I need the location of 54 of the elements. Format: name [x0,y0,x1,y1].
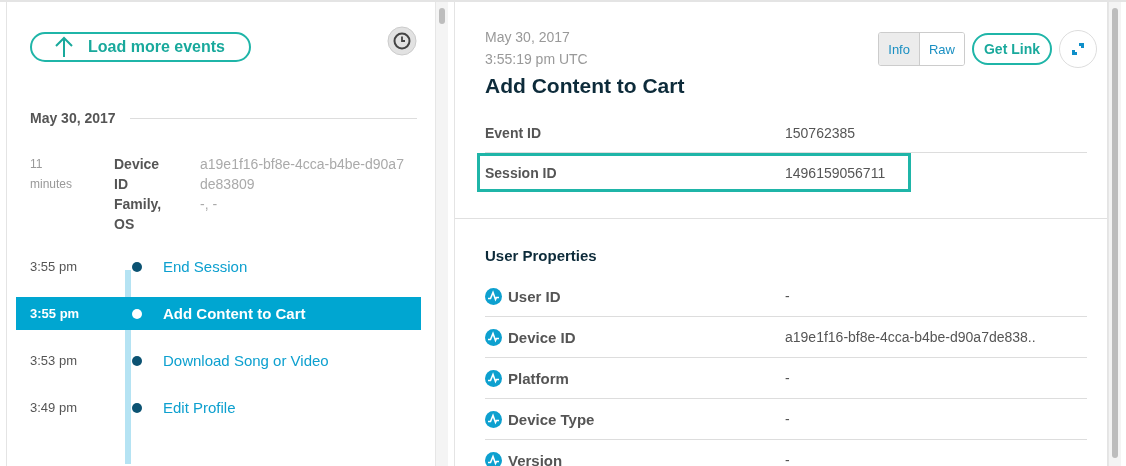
property-label: Version [508,451,563,466]
session-field-label: Device ID [114,155,161,194]
field-label: Event ID [485,125,542,141]
event-row[interactable]: 3:55 pm End Session [16,250,421,283]
view-tab[interactable]: Info [879,33,919,65]
load-more-button[interactable]: Load more events [30,32,251,62]
session-field-label: Family, OS [114,195,163,234]
timeline-dot-icon [132,261,142,272]
up-arrow-icon [54,36,74,58]
event-row[interactable]: 3:49 pm Edit Profile [16,391,421,424]
property-label: User ID [508,287,561,305]
property-value: a19e1f16-bf8e-4cca-b4be-d90a7de838.. [785,329,1036,345]
event-name: Download Song or Video [163,352,329,369]
date-heading: May 30, 2017 [30,110,116,126]
property-label: Platform [508,369,569,387]
property-label: Device Type [508,410,595,428]
field-label: Session ID [485,164,558,181]
property-value: - [785,452,790,466]
property-icon [485,369,502,387]
scrollbar-thumb[interactable] [439,8,445,24]
property-label: Device ID [508,328,576,346]
view-tab[interactable]: Raw [918,33,964,65]
property-value: - [785,370,790,386]
expand-icon[interactable] [1059,30,1097,68]
event-row[interactable]: 3:53 pm Download Song or Video [16,344,421,377]
timeline-dot-icon [132,355,142,366]
event-name: End Session [163,258,248,275]
property-value: - [785,411,790,427]
property-icon [485,410,502,428]
property-icon [485,287,502,305]
clock-icon[interactable] [387,26,417,56]
event-time: 3:55 pm [30,259,78,274]
timeline-dot-icon [132,402,142,413]
get-link-button[interactable]: Get Link [972,33,1052,65]
session-duration: 11 minutes [30,156,74,193]
event-row[interactable]: 3:55 pm Add Content to Cart [16,297,421,330]
event-time: 3:53 pm [30,353,78,368]
timeline-dot-icon [132,308,142,319]
event-title: Add Content to Cart [485,74,686,98]
event-time: 3:49 pm [30,400,78,415]
session-field-value: a19e1f16-bf8e-4cca-b4be-d90a7de83809 [200,155,405,194]
event-time: 3:55 pm [30,306,81,321]
property-icon [485,451,502,466]
property-value: - [785,288,790,304]
field-value: 1496159056711 [785,164,886,181]
event-name: Edit Profile [163,399,236,416]
event-name: Add Content to Cart [163,305,306,322]
field-value: 150762385 [785,125,856,141]
event-time: 3:55:19 pm UTC [485,50,588,69]
session-field-value: -, - [200,195,219,214]
scrollbar-thumb[interactable] [1112,8,1118,458]
event-date: May 30, 2017 [485,28,571,47]
property-icon [485,328,502,346]
section-heading: User Properties [485,247,598,264]
